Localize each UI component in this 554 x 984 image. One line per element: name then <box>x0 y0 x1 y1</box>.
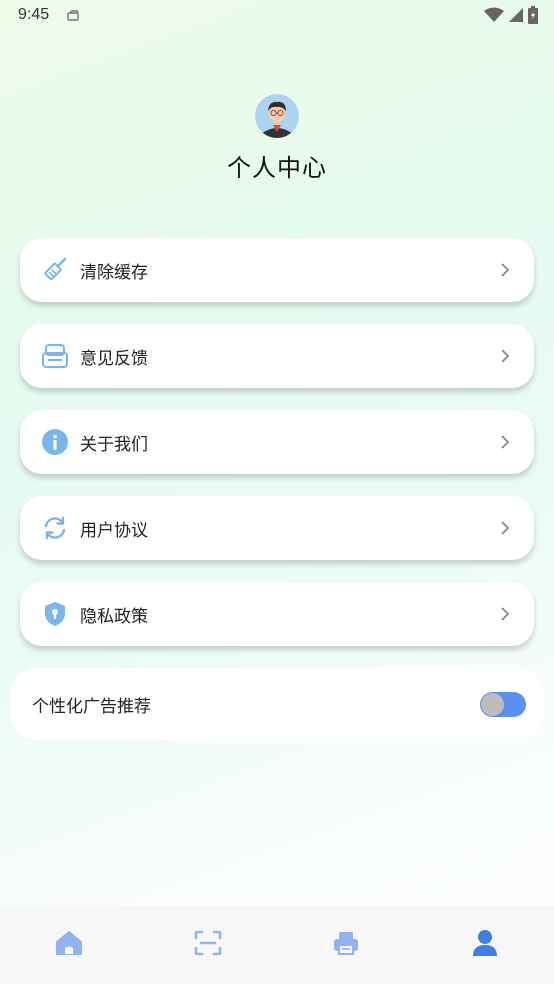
printer-icon <box>332 931 360 959</box>
nav-scan[interactable] <box>178 915 238 975</box>
status-time: 9:45 <box>18 6 50 23</box>
personalized-ads-row: 个性化广告推荐 <box>10 668 544 740</box>
bottom-nav <box>0 906 554 984</box>
signal-icon <box>508 7 524 27</box>
menu-item-label: 清除缓存 <box>80 262 148 283</box>
menu-item-user-agreement[interactable]: 用户协议 <box>20 496 534 560</box>
toggle-knob <box>481 693 504 716</box>
info-icon <box>40 427 70 457</box>
menu-item-label: 关于我们 <box>80 434 148 455</box>
menu-item-label: 意见反馈 <box>80 348 148 369</box>
menu-item-feedback[interactable]: 意见反馈 <box>20 324 534 388</box>
menu-item-clear-cache[interactable]: 清除缓存 <box>20 238 534 302</box>
chevron-right-icon <box>500 262 510 282</box>
menu-item-about-us[interactable]: 关于我们 <box>20 410 534 474</box>
chevron-right-icon <box>500 348 510 368</box>
menu-item-label: 用户协议 <box>80 520 148 541</box>
personalized-ads-toggle[interactable] <box>480 692 526 717</box>
chevron-right-icon <box>500 520 510 540</box>
battery-icon <box>528 6 538 28</box>
home-icon <box>55 930 83 960</box>
nav-print[interactable] <box>316 915 376 975</box>
nav-profile[interactable] <box>455 915 515 975</box>
shield-icon <box>40 599 70 629</box>
nav-home[interactable] <box>39 915 99 975</box>
profile-header: 个人中心 <box>0 94 554 183</box>
wifi-icon <box>484 7 504 27</box>
broom-icon <box>40 255 70 285</box>
personalized-ads-label: 个性化广告推荐 <box>32 696 151 717</box>
status-bar: 9:45 <box>0 0 554 32</box>
menu-item-privacy-policy[interactable]: 隐私政策 <box>20 582 534 646</box>
refresh-icon <box>40 513 70 543</box>
page-title: 个人中心 <box>227 154 327 182</box>
chevron-right-icon <box>500 434 510 454</box>
scan-icon <box>194 930 222 960</box>
settings-menu: 清除缓存 意见反馈 关于我们 用户协议 隐私政策 <box>20 238 534 668</box>
notification-icon <box>66 8 80 27</box>
menu-item-label: 隐私政策 <box>80 606 148 627</box>
chevron-right-icon <box>500 606 510 626</box>
feedback-icon <box>40 341 70 371</box>
user-icon <box>472 929 498 961</box>
avatar <box>255 94 299 138</box>
